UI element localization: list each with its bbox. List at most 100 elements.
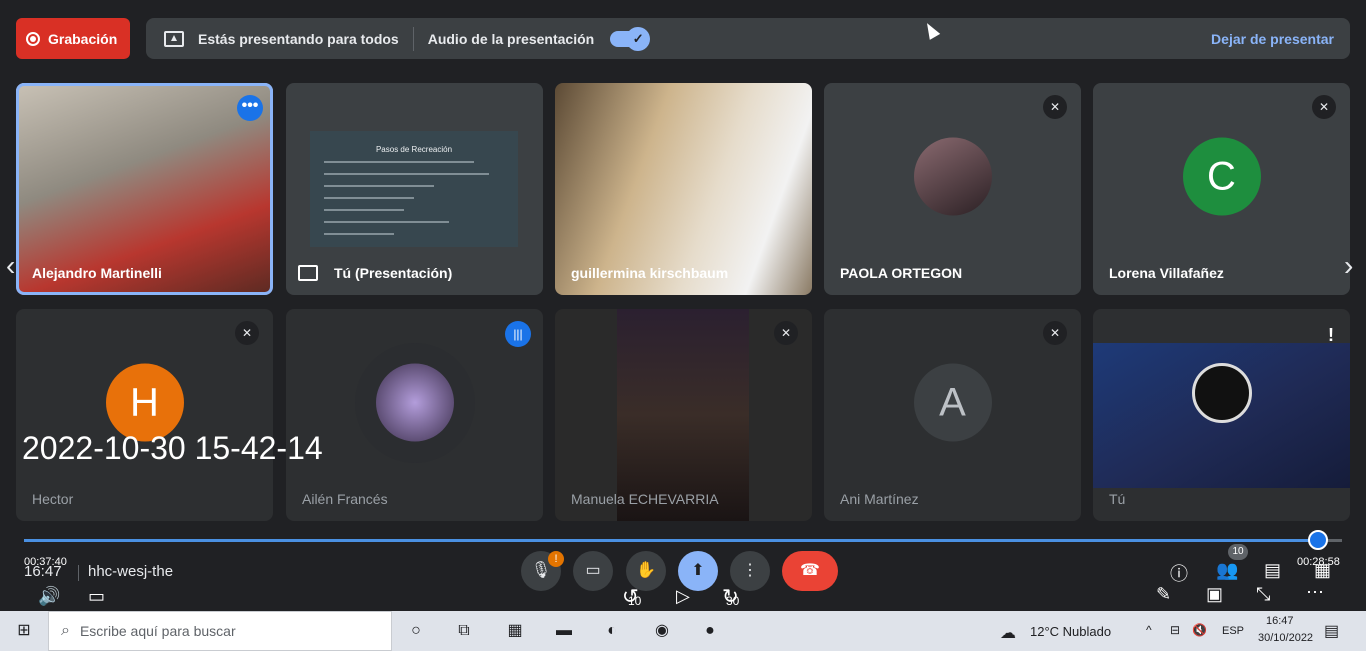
participant-name: Alejandro Martinelli [32, 265, 162, 281]
chrome-icon[interactable]: ◉ [650, 619, 674, 643]
people-count-badge: 10 [1228, 544, 1248, 560]
people-icon[interactable]: 👥 [1216, 560, 1238, 581]
search-icon: ⌕ [61, 622, 70, 639]
pen-icon[interactable]: ✎ [1156, 584, 1171, 605]
divider [78, 565, 79, 581]
exit-fullscreen-icon[interactable]: ⤡ [1256, 584, 1270, 605]
slide-line [324, 161, 474, 163]
slide-thumbnail: Pasos de Recreación [310, 131, 518, 247]
clock-date[interactable]: 30/10/2022 [1258, 632, 1313, 644]
mic-off-icon: ✕ [235, 321, 259, 345]
participant-name: guillermina kirschbaum [571, 265, 729, 281]
notifications-icon[interactable]: ▤ [1324, 621, 1339, 641]
forward-seconds: 30 [726, 594, 740, 608]
video-feed [617, 309, 749, 521]
chat-icon[interactable]: ▤ [1264, 560, 1281, 581]
weather-text[interactable]: 12°C Nublado [1030, 624, 1111, 639]
participant-name: Manuela ECHEVARRIA [571, 491, 719, 507]
avatar [375, 363, 454, 442]
language-indicator[interactable]: ESP [1222, 625, 1244, 637]
present-screen-icon [298, 265, 318, 281]
mic-off-icon: ✕ [1312, 95, 1336, 119]
network-icon[interactable]: ⊟ [1170, 623, 1180, 637]
taskbar-search[interactable]: ⌕ Escribe aquí para buscar [48, 611, 392, 651]
activities-icon[interactable]: ▦ [1314, 560, 1331, 581]
presentation-tile[interactable]: Pasos de Recreación Tú (Presentación) [286, 83, 543, 295]
participant-name: Tú [1109, 491, 1126, 507]
participant-name: PAOLA ORTEGON [840, 265, 963, 281]
alert-icon: ! [1328, 325, 1334, 345]
participant-tile[interactable]: guillermina kirschbaum [555, 83, 812, 295]
seek-bar[interactable] [24, 530, 1342, 550]
participant-name: Lorena Villafañez [1109, 265, 1224, 281]
audio-label: Audio de la presentación [427, 30, 595, 47]
participant-name: Ailén Francés [302, 491, 388, 507]
file-explorer-icon[interactable]: ▬ [552, 619, 576, 643]
next-page-icon[interactable]: › [1344, 250, 1353, 282]
slide-line [324, 221, 449, 223]
play-icon[interactable]: ▷ [676, 586, 690, 607]
presenting-banner: Estás presentando para todos Audio de la… [146, 18, 1350, 59]
participant-tile[interactable]: ••• Alejandro Martinelli [16, 83, 273, 295]
present-screen-icon [164, 30, 184, 47]
mic-off-icon: ✕ [774, 321, 798, 345]
end-call-button[interactable]: ☎ [782, 551, 838, 591]
recording-label: Grabación [48, 30, 118, 47]
rewind-seconds: 10 [628, 594, 642, 608]
avatar: C [1182, 137, 1261, 216]
participant-tile[interactable]: ✕ Manuela ECHEVARRIA [555, 309, 812, 521]
participant-name: Ani Martínez [840, 491, 919, 507]
calculator-icon[interactable]: ▦ [503, 619, 527, 643]
participant-tile[interactable]: ✕ H Hector [16, 309, 273, 521]
participant-name: Hector [32, 491, 74, 507]
prev-page-icon[interactable]: ‹ [6, 250, 15, 282]
stop-presenting-button[interactable]: Dejar de presentar [1211, 31, 1334, 47]
participant-tile[interactable]: ✕ C Lorena Villafañez [1093, 83, 1350, 295]
camera-button[interactable]: ▭ [573, 551, 613, 591]
cloud-icon: ☁ [1000, 625, 1016, 642]
slide-line [324, 173, 489, 175]
obs-logo-icon [1191, 363, 1252, 423]
slide-line [324, 197, 414, 199]
obs-screen [1093, 343, 1350, 488]
edge-icon[interactable]: ◐ [600, 619, 624, 643]
obs-icon[interactable]: ● [698, 619, 722, 643]
slide-line [324, 233, 394, 235]
cortana-icon[interactable]: ○ [404, 619, 428, 643]
mic-alert-badge: ! [548, 551, 564, 567]
avatar [913, 137, 992, 216]
participant-tile[interactable]: ! Tú [1093, 309, 1350, 521]
mini-player-icon[interactable]: ▣ [1206, 584, 1223, 605]
avatar: A [913, 363, 992, 442]
presenting-text: Estás presentando para todos [198, 30, 399, 47]
participant-name: Tú (Presentación) [334, 265, 453, 281]
taskbar: ⊞ ⌕ Escribe aquí para buscar ○ ⧉ ▦ ▬ ◐ ◉… [0, 611, 1366, 651]
volume-muted-icon[interactable]: 🔇 [1192, 623, 1207, 637]
slide-line [324, 185, 434, 187]
windows-start-icon[interactable]: ⊞ [12, 619, 36, 643]
meeting-clock: 16:47 [24, 563, 62, 580]
seek-progress [24, 539, 1316, 542]
participant-tile[interactable]: ✕ A Ani Martínez [824, 309, 1081, 521]
participant-tile[interactable]: ✕ PAOLA ORTEGON [824, 83, 1081, 295]
slide-title: Pasos de Recreación [375, 145, 453, 154]
clock-time[interactable]: 16:47 [1266, 615, 1294, 627]
participant-tile[interactable]: ||| Ailén Francés [286, 309, 543, 521]
volume-icon[interactable]: 🔊 [38, 586, 60, 607]
more-icon[interactable]: ⋯ [1306, 582, 1324, 603]
more-options-icon[interactable]: ••• [237, 95, 263, 121]
task-view-icon[interactable]: ⧉ [452, 619, 476, 643]
search-placeholder: Escribe aquí para buscar [79, 623, 236, 639]
speaking-indicator-icon: ||| [505, 321, 531, 347]
present-button[interactable]: ⬆ [678, 551, 718, 591]
tray-chevron-icon[interactable]: ^ [1146, 623, 1152, 637]
info-icon[interactable]: ⓘ [1170, 560, 1188, 586]
mic-off-icon: ✕ [1043, 95, 1067, 119]
subtitles-icon[interactable]: ▭ [88, 586, 105, 607]
recording-button[interactable]: Grabación [16, 18, 130, 59]
mic-off-icon: ✕ [1043, 321, 1067, 345]
recording-timestamp-overlay: 2022-10-30 15-42-14 [22, 430, 323, 466]
audio-toggle[interactable]: ✓ [610, 26, 651, 51]
check-icon: ✓ [626, 26, 651, 51]
seek-handle[interactable] [1307, 530, 1328, 550]
